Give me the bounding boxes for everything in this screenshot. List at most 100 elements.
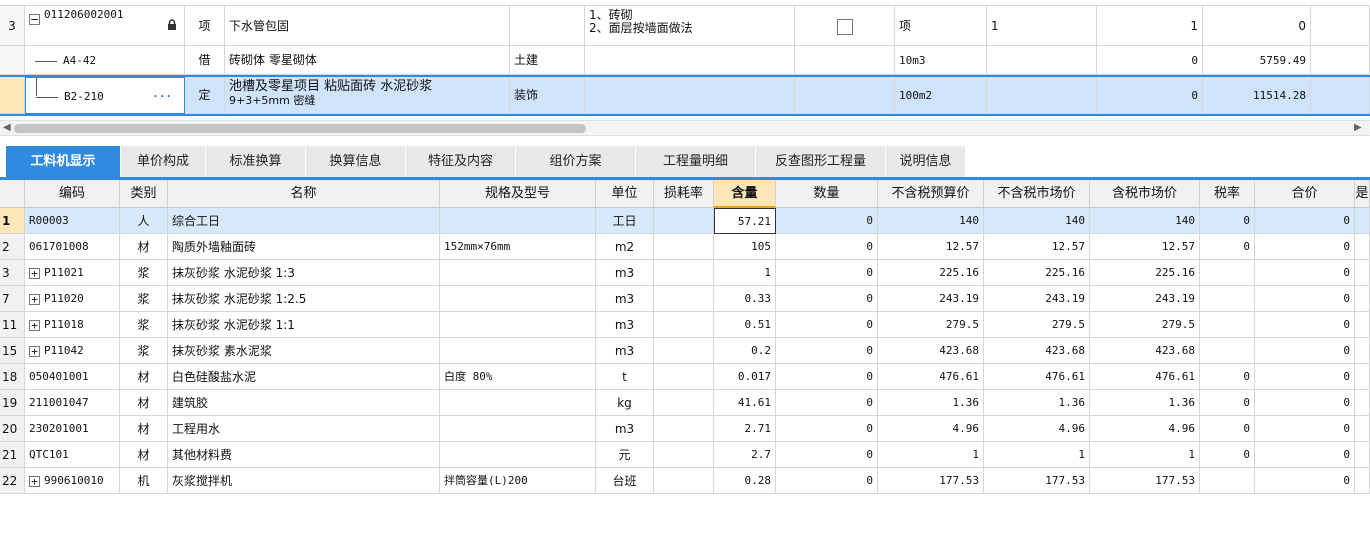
tax-rate <box>1200 468 1255 494</box>
material-quantity: 0 <box>776 260 878 286</box>
quota-profession: 土建 <box>510 46 585 75</box>
budget-price: 225.16 <box>878 260 984 286</box>
col-header-extra[interactable]: 是 <box>1355 180 1370 208</box>
expand-icon[interactable]: + <box>29 345 40 357</box>
tax-rate <box>1200 338 1255 364</box>
row-number: 20 <box>0 416 25 442</box>
material-category: 浆 <box>120 286 168 312</box>
tab-pricing-scheme[interactable]: 组价方案 <box>516 146 636 177</box>
col-header-budget-price[interactable]: 不含税预算价 <box>878 180 984 208</box>
scroll-left-icon[interactable]: ◀ <box>3 122 11 133</box>
material-content[interactable]: 1 <box>714 260 776 286</box>
table-row[interactable]: 2 061701008 材陶质外墙釉面砖 152mm×76mm m2 105 0 12.57 1… <box>0 234 1370 260</box>
material-content[interactable]: 0.33 <box>714 286 776 312</box>
horizontal-scrollbar[interactable]: ◀ ▶ <box>0 120 1370 136</box>
tab-unit-price-composition[interactable]: 单价构成 <box>121 146 206 177</box>
col-header-loss-rate[interactable]: 损耗率 <box>654 180 714 208</box>
material-loss-rate <box>654 338 714 364</box>
total-price: 0 <box>1255 468 1355 494</box>
material-content[interactable]: 2.7 <box>714 442 776 468</box>
tax-market-price: 1.36 <box>1090 390 1200 416</box>
market-price: 225.16 <box>984 260 1090 286</box>
col-header-content[interactable]: 含量 <box>714 180 776 208</box>
quota-code-cell: B2-210 ··· <box>25 77 185 114</box>
tab-standard-conversion[interactable]: 标准换算 <box>206 146 306 177</box>
col-header-quantity[interactable]: 数量 <box>776 180 878 208</box>
extra-cell <box>1355 234 1370 260</box>
col-header-total[interactable]: 合价 <box>1255 180 1355 208</box>
material-content[interactable]: 41.61 <box>714 390 776 416</box>
tab-quantity-detail[interactable]: 工程量明细 <box>636 146 756 177</box>
tab-description[interactable]: 说明信息 <box>886 146 966 177</box>
material-content[interactable]: 0.28 <box>714 468 776 494</box>
table-row[interactable]: 21 QTC101 材其他材料费元 2.7 0 1 1 1 0 0 <box>0 442 1370 468</box>
quota-extra <box>1311 77 1370 114</box>
material-content[interactable]: 57.21 <box>714 208 776 234</box>
table-row[interactable]: 1 R00003 人综合工日 工日 57.21 0 140 140 140 0 0 <box>0 208 1370 234</box>
table-row[interactable]: 20 230201001 材工程用水 m3 2.71 0 4.96 4.96 4.96 0 0 <box>0 416 1370 442</box>
material-loss-rate <box>654 416 714 442</box>
material-unit: 工日 <box>596 208 654 234</box>
expand-icon[interactable]: + <box>29 293 40 305</box>
material-category: 材 <box>120 442 168 468</box>
col-header-market-price[interactable]: 不含税市场价 <box>984 180 1090 208</box>
top-strip <box>0 0 1370 6</box>
material-content[interactable]: 105 <box>714 234 776 260</box>
bill-profession <box>510 6 585 46</box>
more-button[interactable]: ··· <box>152 78 172 113</box>
expand-icon[interactable]: + <box>29 267 40 279</box>
quota-price: 11514.28 <box>1203 77 1311 114</box>
expand-icon[interactable]: + <box>29 319 40 331</box>
col-header-code[interactable]: 编码 <box>25 180 120 208</box>
collapse-icon[interactable]: − <box>29 14 40 25</box>
col-header-tax-market-price[interactable]: 含税市场价 <box>1090 180 1200 208</box>
tax-market-price: 1 <box>1090 442 1200 468</box>
col-header-category[interactable]: 类别 <box>120 180 168 208</box>
quota-row-selected[interactable]: B2-210 ··· 定 池槽及零星项目 粘贴面砖 水泥砂浆 9+3+5mm 密… <box>0 75 1370 116</box>
quota-expr <box>987 46 1097 75</box>
table-row[interactable]: 22 +990610010 机灰浆搅拌机 拌筒容量(L)200 台班 0.28 0 177.5… <box>0 468 1370 494</box>
bill-checkbox[interactable] <box>836 19 853 35</box>
tab-labor-material-machine[interactable]: 工料机显示 <box>6 146 121 177</box>
tax-market-price: 225.16 <box>1090 260 1200 286</box>
material-code-text: P11042 <box>44 344 84 357</box>
material-content[interactable]: 0.017 <box>714 364 776 390</box>
scrollbar-thumb[interactable] <box>14 124 586 133</box>
bill-extra <box>1311 6 1370 46</box>
material-content[interactable]: 2.71 <box>714 416 776 442</box>
tab-features-content[interactable]: 特征及内容 <box>406 146 516 177</box>
material-content[interactable]: 0.2 <box>714 338 776 364</box>
market-price: 279.5 <box>984 312 1090 338</box>
table-row[interactable]: 3 + P11021 浆抹灰砂浆 水泥砂浆 1:3 m3 1 0 225.16 225.16 22… <box>0 260 1370 286</box>
scroll-right-icon[interactable]: ▶ <box>1354 122 1362 133</box>
budget-price: 140 <box>878 208 984 234</box>
quota-unit: 10m3 <box>895 46 987 75</box>
table-row[interactable]: 19 211001047 材建筑胶 kg 41.61 0 1.36 1.36 1.36 0 0 <box>0 390 1370 416</box>
col-header-unit[interactable]: 单位 <box>596 180 654 208</box>
bill-unit: 项 <box>895 6 987 46</box>
table-row[interactable]: 18 050401001 材白色硅酸盐水泥 白度 80% t 0.017 0 476.61 47… <box>0 364 1370 390</box>
extra-cell <box>1355 286 1370 312</box>
bill-item-row[interactable]: 3 −011206002001 项 下水管包固 1、砖砌 2、面层按墙面做法 项… <box>0 6 1370 46</box>
tax-market-price: 140 <box>1090 208 1200 234</box>
row-number <box>0 77 25 114</box>
total-price: 0 <box>1255 338 1355 364</box>
extra-cell <box>1355 442 1370 468</box>
table-row[interactable]: 11 + P11018 浆抹灰砂浆 水泥砂浆 1:1 m3 0.51 0 279.5 279.5… <box>0 312 1370 338</box>
expand-icon[interactable]: + <box>29 475 40 487</box>
budget-price: 177.53 <box>878 468 984 494</box>
budget-price: 243.19 <box>878 286 984 312</box>
quota-name-line2: 9+3+5mm 密缝 <box>229 94 316 107</box>
col-header-spec[interactable]: 规格及型号 <box>440 180 596 208</box>
col-header-tax-rate[interactable]: 税率 <box>1200 180 1255 208</box>
table-row[interactable]: 7 + P11020 浆抹灰砂浆 水泥砂浆 1:2.5 m3 0.33 0 243.19 243… <box>0 286 1370 312</box>
material-content[interactable]: 0.51 <box>714 312 776 338</box>
tab-conversion-info[interactable]: 换算信息 <box>306 146 406 177</box>
total-price: 0 <box>1255 312 1355 338</box>
table-row[interactable]: 15 + P11042 浆抹灰砂浆 素水泥浆 m3 0.2 0 423.68 423.68 423… <box>0 338 1370 364</box>
tax-rate <box>1200 286 1255 312</box>
col-header-name[interactable]: 名称 <box>168 180 440 208</box>
quota-row[interactable]: A4-42 借 砖砌体 零星砌体 土建 10m3 0 5759.49 <box>0 46 1370 75</box>
row-number: 3 <box>0 260 25 286</box>
tab-reverse-graphic-quantity[interactable]: 反查图形工程量 <box>756 146 886 177</box>
